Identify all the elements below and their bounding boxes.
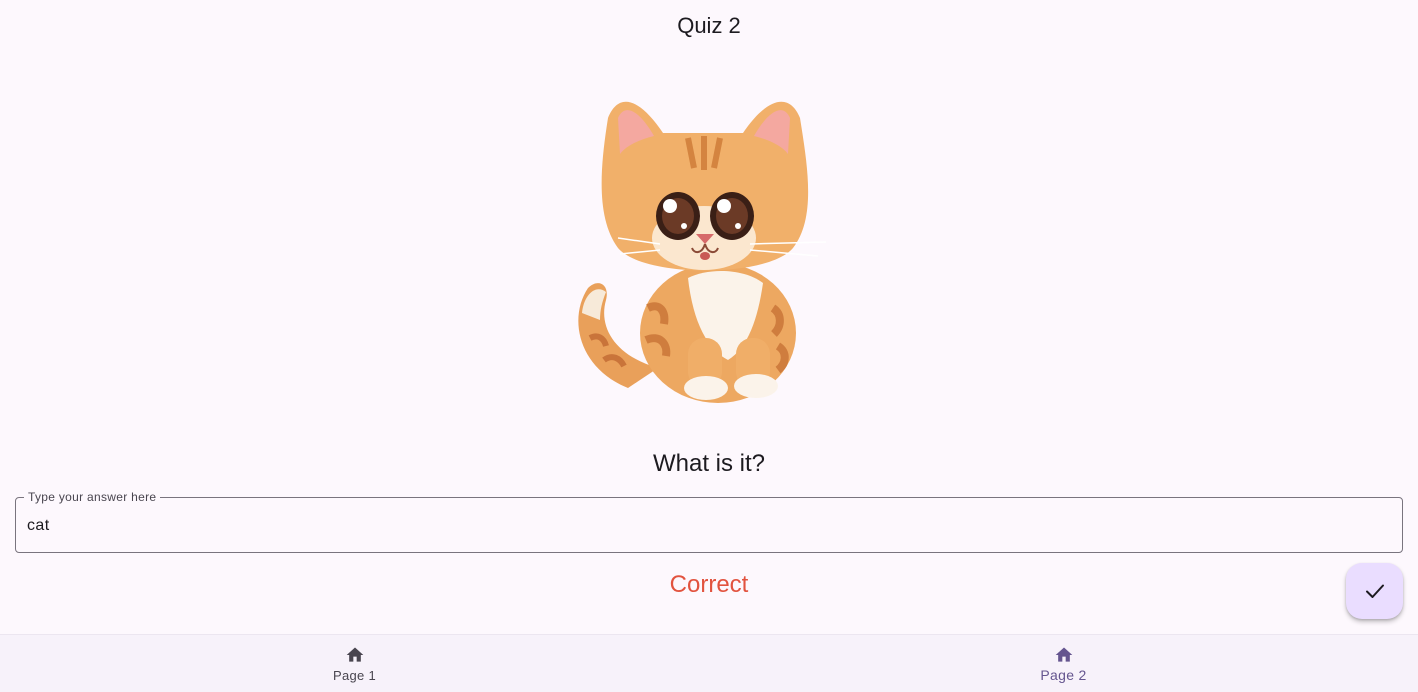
nav-label-page-1: Page 1: [332, 668, 376, 683]
home-icon: [1055, 647, 1072, 662]
result-text: Correct: [669, 571, 749, 598]
check-icon: [1365, 584, 1384, 598]
nav-item-page-2[interactable]: Page 2: [709, 635, 1418, 692]
answer-input[interactable]: [27, 514, 1387, 538]
page-title: Quiz 2: [677, 13, 741, 38]
kitten-illustration: [568, 88, 838, 408]
home-icon: [346, 647, 363, 662]
bottom-navigation: Page 1 Page 2: [0, 634, 1418, 692]
submit-check-button[interactable]: [1346, 563, 1403, 619]
answer-field[interactable]: Type your answer here: [15, 490, 1403, 553]
nav-label-page-2: Page 2: [1040, 667, 1087, 683]
nav-item-page-1[interactable]: Page 1: [0, 635, 709, 692]
answer-field-label: Type your answer here: [24, 490, 161, 504]
question-text: What is it?: [652, 450, 766, 477]
app-root: Quiz 2 What is it? Type your answer here…: [0, 0, 1418, 692]
